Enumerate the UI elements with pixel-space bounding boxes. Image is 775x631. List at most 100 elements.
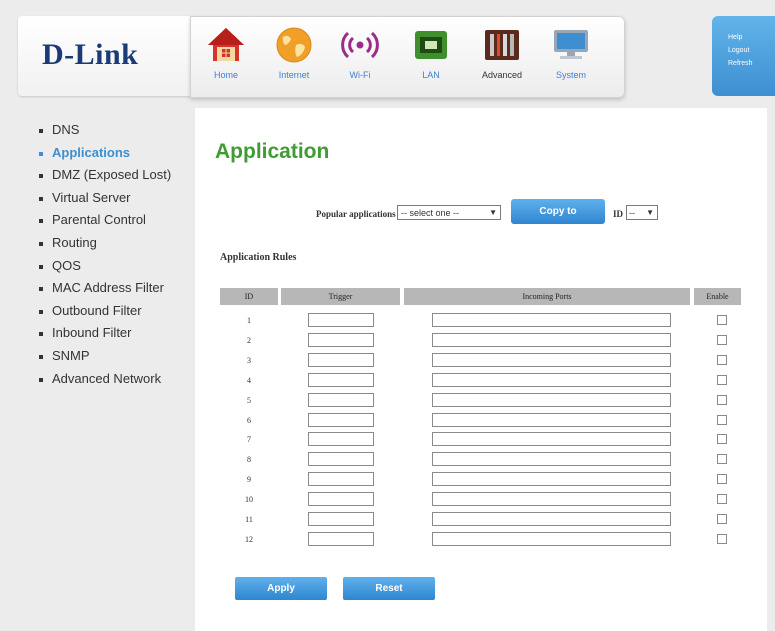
bullet <box>39 219 43 224</box>
sidebar-item-outbound-filter[interactable]: Outbound Filter <box>30 300 190 323</box>
sidebar-item-advanced-network[interactable]: Advanced Network <box>30 368 190 391</box>
reset-button[interactable]: Reset <box>343 577 435 600</box>
sidebar-item-parental-control[interactable]: Parental Control <box>30 209 190 232</box>
incoming-ports-input[interactable] <box>432 492 671 507</box>
computer-icon <box>554 30 588 59</box>
row-id: 9 <box>247 475 251 485</box>
trigger-input[interactable] <box>308 332 374 347</box>
enable-checkbox[interactable] <box>717 474 727 485</box>
row-id: 2 <box>247 335 251 345</box>
sidebar-item-label: Virtual Server <box>52 189 131 205</box>
copy-to-button[interactable]: Copy to <box>511 199 605 224</box>
column-header-id: ID <box>220 288 278 305</box>
bullet <box>39 354 43 359</box>
trigger-input[interactable] <box>308 432 374 447</box>
row-id: 8 <box>247 455 251 465</box>
trigger-input[interactable] <box>308 531 374 546</box>
row-id: 11 <box>245 515 253 524</box>
trigger-input[interactable] <box>308 372 374 387</box>
trigger-input[interactable] <box>308 472 374 487</box>
enable-checkbox[interactable] <box>717 454 727 465</box>
trigger-input[interactable] <box>308 512 374 526</box>
sidebar-item-label: MAC Address Filter <box>52 280 164 296</box>
chevron-down-icon: ▼ <box>646 208 654 217</box>
enable-checkbox[interactable] <box>717 414 727 425</box>
incoming-ports-input[interactable] <box>432 352 671 367</box>
enable-checkbox[interactable] <box>717 494 727 505</box>
nav-advanced[interactable]: Advanced <box>474 25 530 80</box>
bullet <box>39 309 43 314</box>
trigger-input[interactable] <box>308 492 374 507</box>
incoming-ports-input[interactable] <box>432 372 671 387</box>
id-select-value: -- <box>629 208 635 218</box>
dlink-logo[interactable]: D-Link <box>42 38 138 72</box>
incoming-ports-input[interactable] <box>432 313 671 327</box>
popular-applications-label: Popular applications <box>316 209 396 219</box>
incoming-ports-input[interactable] <box>432 432 671 447</box>
incoming-ports-input[interactable] <box>432 412 671 427</box>
trigger-input[interactable] <box>308 313 374 327</box>
logo-panel: D-Link <box>18 16 190 96</box>
sidebar-item-label: Applications <box>52 144 131 160</box>
sidebar-item-inbound-filter[interactable]: Inbound Filter <box>30 322 190 345</box>
nav-home-label: Home <box>213 70 238 80</box>
row-id: 12 <box>245 534 253 544</box>
enable-checkbox[interactable] <box>717 374 727 385</box>
sidebar-item-dmz[interactable]: DMZ (Exposed Lost) <box>30 164 190 187</box>
row-id: 5 <box>247 395 251 405</box>
trigger-input[interactable] <box>308 412 374 427</box>
column-header-enable: Enable <box>694 288 741 305</box>
sidebar-item-qos[interactable]: QOS <box>30 255 190 278</box>
id-select[interactable]: -- ▼ <box>626 205 658 220</box>
enable-checkbox[interactable] <box>717 354 727 365</box>
incoming-ports-input[interactable] <box>432 531 671 546</box>
id-label: ID <box>613 209 624 219</box>
bullet <box>39 264 43 269</box>
incoming-ports-input[interactable] <box>432 452 671 467</box>
nav-wifi-label: Wi-Fi <box>349 70 371 80</box>
sidebar-item-routing[interactable]: Routing <box>30 232 190 255</box>
sidebar-item-label: Routing <box>52 234 97 250</box>
nav-lan-label: LAN <box>422 70 440 80</box>
nav-wifi[interactable]: Wi-Fi <box>332 25 388 80</box>
main-nav: Home Internet Wi-Fi LAN Advanced System <box>190 16 625 98</box>
row-id: 10 <box>245 495 253 505</box>
enable-checkbox[interactable] <box>717 394 727 405</box>
logout-link[interactable]: Logout <box>728 44 775 57</box>
lan-port-icon <box>415 31 447 59</box>
popular-applications-select[interactable]: -- select one -- ▼ <box>397 205 501 220</box>
enable-checkbox[interactable] <box>717 514 727 524</box>
sidebar-item-label: SNMP <box>52 347 90 363</box>
row-id: 7 <box>247 435 251 445</box>
sidebar-item-virtual-server[interactable]: Virtual Server <box>30 187 190 210</box>
wifi-icon <box>341 31 379 59</box>
sidebar-item-mac-filter[interactable]: MAC Address Filter <box>30 277 190 300</box>
apply-button[interactable]: Apply <box>235 577 327 600</box>
sidebar-item-label: DNS <box>52 122 80 137</box>
sidebar-item-dns[interactable]: DNS <box>30 119 190 142</box>
trigger-input[interactable] <box>308 452 374 467</box>
nav-internet[interactable]: Internet <box>266 25 322 80</box>
enable-checkbox[interactable] <box>717 434 727 445</box>
enable-checkbox[interactable] <box>717 533 727 544</box>
incoming-ports-input[interactable] <box>432 332 671 347</box>
incoming-ports-input[interactable] <box>432 512 671 526</box>
nav-home[interactable]: Home <box>198 25 254 80</box>
trigger-input[interactable] <box>308 352 374 367</box>
enable-checkbox[interactable] <box>717 334 727 345</box>
refresh-link[interactable]: Refresh <box>728 57 775 70</box>
incoming-ports-input[interactable] <box>432 392 671 407</box>
enable-checkbox[interactable] <box>717 315 727 325</box>
sidebar-item-applications[interactable]: Applications <box>30 142 190 165</box>
bullet <box>39 151 43 156</box>
popular-applications-row: Popular applications -- select one -- ▼ … <box>195 199 767 227</box>
nav-system[interactable]: System <box>543 25 599 80</box>
bullet <box>39 377 43 382</box>
row-id: 3 <box>247 355 251 365</box>
tools-icon <box>485 30 519 60</box>
incoming-ports-input[interactable] <box>432 472 671 487</box>
nav-lan[interactable]: LAN <box>403 25 459 80</box>
help-link[interactable]: Help <box>728 31 775 44</box>
sidebar-item-snmp[interactable]: SNMP <box>30 345 190 368</box>
trigger-input[interactable] <box>308 392 374 407</box>
